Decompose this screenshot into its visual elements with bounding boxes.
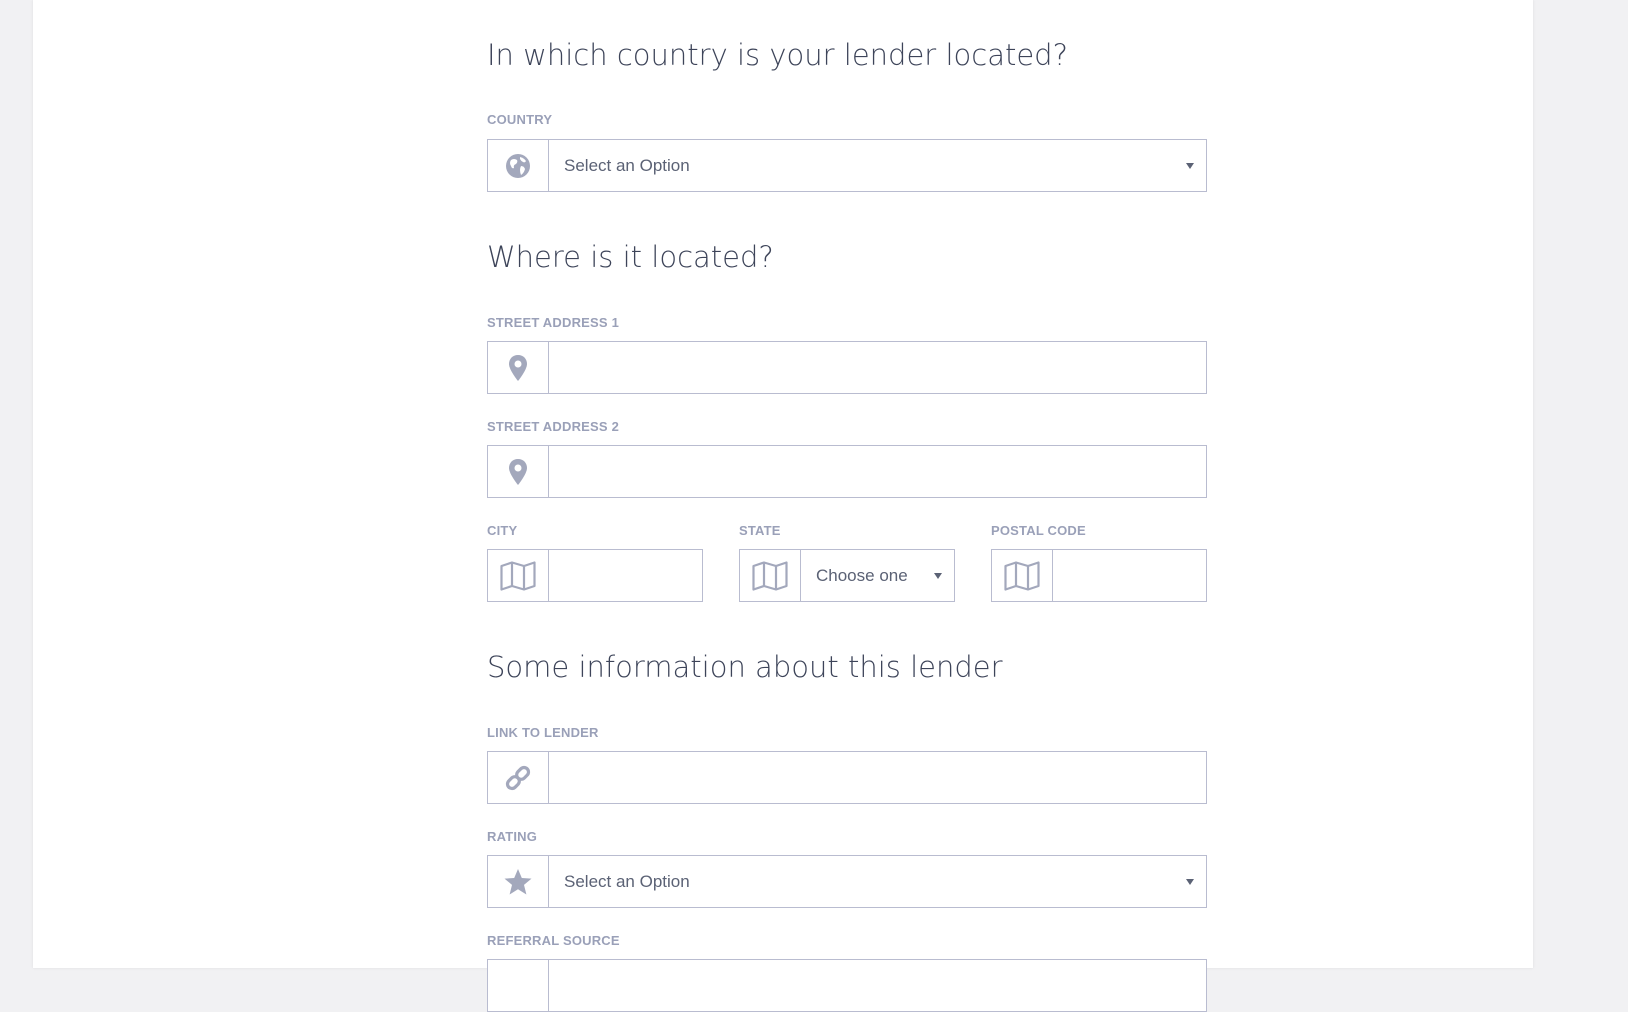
street2-field (487, 445, 1207, 498)
rating-label: RATING (487, 829, 538, 844)
postal-input[interactable] (1053, 550, 1206, 601)
map-pin-icon (488, 446, 549, 497)
link-icon (488, 752, 549, 803)
chevron-down-icon (1186, 162, 1194, 169)
country-label: COUNTRY (487, 112, 553, 127)
street1-field (487, 341, 1207, 394)
chevron-down-icon (1186, 878, 1194, 885)
street2-label: STREET ADDRESS 2 (487, 419, 620, 434)
info-heading: Some information about this lender (487, 650, 1003, 684)
referral-label: REFERRAL SOURCE (487, 933, 620, 948)
country-value: Select an Option (564, 155, 690, 175)
city-field (487, 549, 703, 602)
state-label: STATE (739, 523, 781, 538)
link-input[interactable] (549, 752, 1206, 803)
country-heading: In which country is your lender located? (487, 38, 1068, 72)
folded-map-icon (992, 550, 1053, 601)
form-card: In which country is your lender located?… (33, 0, 1533, 1012)
rating-value: Select an Option (564, 871, 690, 891)
postal-label: POSTAL CODE (991, 523, 1086, 538)
country-select[interactable]: Select an Option (487, 139, 1207, 192)
street1-label: STREET ADDRESS 1 (487, 315, 620, 330)
rating-select[interactable]: Select an Option (487, 855, 1207, 908)
map-pin-icon (488, 342, 549, 393)
state-select[interactable]: Choose one (739, 549, 955, 602)
referral-field[interactable] (487, 959, 1207, 1012)
state-value: Choose one (816, 565, 908, 585)
folded-map-icon (488, 550, 549, 601)
link-label: LINK TO LENDER (487, 725, 599, 740)
city-label: CITY (487, 523, 518, 538)
location-heading: Where is it located? (487, 240, 774, 274)
street2-input[interactable] (549, 446, 1206, 497)
street1-input[interactable] (549, 342, 1206, 393)
star-icon (488, 856, 549, 907)
folded-map-icon (740, 550, 801, 601)
city-input[interactable] (549, 550, 702, 601)
link-field (487, 751, 1207, 804)
chevron-down-icon (934, 572, 942, 579)
postal-field (991, 549, 1207, 602)
globe-icon (488, 140, 549, 191)
